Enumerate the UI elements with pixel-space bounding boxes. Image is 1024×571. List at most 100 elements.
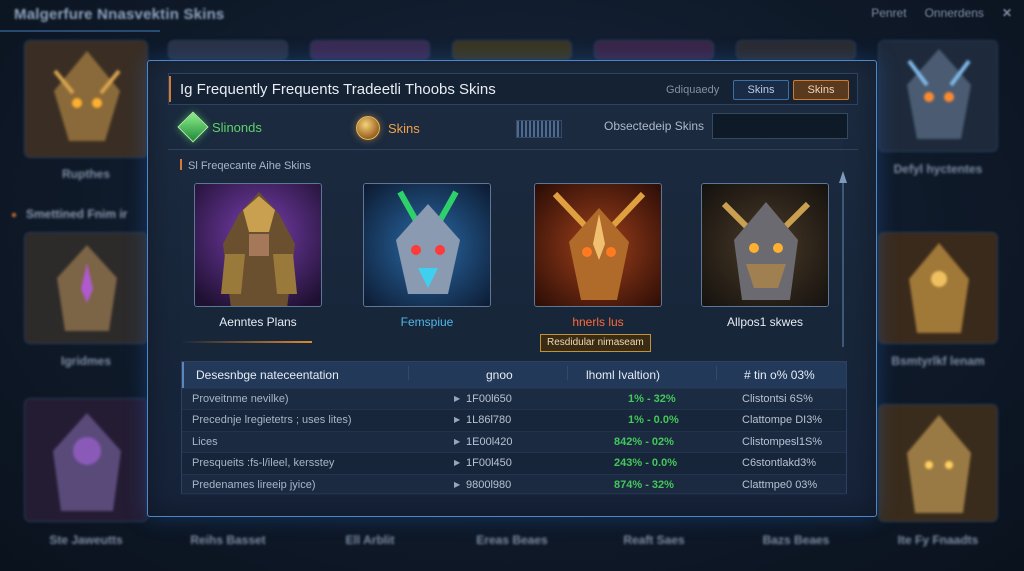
row-change: 1% - 32% xyxy=(628,393,676,405)
play-arrow-icon: ▶ xyxy=(454,479,461,489)
app-title: Malgerfure Nnasvektin Skins xyxy=(14,6,225,23)
row-name: Lices xyxy=(192,435,218,448)
champion-portrait-icon xyxy=(195,184,321,306)
table-row[interactable]: Predenames lireeip jyice) ▶ 9800l980 874… xyxy=(182,473,846,495)
bg-skin-card-top-4[interactable] xyxy=(594,40,714,60)
green-gem-icon xyxy=(177,111,209,143)
bg-skin-card-top-5[interactable] xyxy=(736,40,856,60)
chart-icon[interactable] xyxy=(516,120,562,138)
top-link-2[interactable]: Onnerdens xyxy=(925,6,984,20)
row-name: Proveitnme nevilke) xyxy=(192,393,289,405)
row-change: 1% - 0.0% xyxy=(628,414,679,427)
top-right-controls: Penret Onnerdens ✕ xyxy=(871,6,1012,20)
skin-name-1: Aenntes Plans xyxy=(219,315,297,329)
champion-portrait-icon xyxy=(25,41,147,157)
bg-label-bottom-1: Reihs Basset xyxy=(190,533,266,547)
bg-label-bottom-4: Reaft Saes xyxy=(623,533,685,547)
stats-table: Desesnbge nateceentation gnoo lhoml Ival… xyxy=(181,361,847,495)
filter-skins-label: Skins xyxy=(388,120,420,136)
gold-crest-icon xyxy=(356,116,380,140)
col-divider xyxy=(567,366,568,380)
table-row[interactable]: Proveitnme nevilke) ▶ 1F00l650 1% - 32% … xyxy=(182,388,846,410)
modal-header: Ig Frequently Frequents Tradeetli Thoobs… xyxy=(168,73,858,105)
row-rate: C6stontlakd3% xyxy=(742,457,816,470)
play-arrow-icon: ▶ xyxy=(454,394,461,403)
filter-row: Slinonds Skins Obsectedeip Skins xyxy=(168,111,858,143)
search-input[interactable] xyxy=(712,113,848,139)
tab-skins-2[interactable]: Skins xyxy=(793,80,849,100)
champion-portrait-icon xyxy=(879,233,997,343)
champion-portrait-icon xyxy=(535,184,661,306)
row-name: Presqueits :fs-l/ileel, kersstey xyxy=(192,457,335,470)
champion-portrait-icon xyxy=(364,184,490,306)
top-link-1[interactable]: Penret xyxy=(871,6,906,20)
col-header-rate[interactable]: # tin o% 03% xyxy=(744,368,815,382)
close-icon[interactable]: ✕ xyxy=(1002,6,1012,20)
skin-card-3[interactable] xyxy=(534,183,662,307)
row-change: 874% - 32% xyxy=(614,478,674,491)
table-row[interactable]: Lices ▶ 1E00l420 842% - 02% Clistompesl1… xyxy=(182,430,846,453)
bg-label-right-2: Bsmtyrlkf lenam xyxy=(891,354,985,368)
scrollbar-track[interactable] xyxy=(842,179,844,347)
row-value: 1L86l780 xyxy=(466,414,512,427)
bg-skin-card-left-1[interactable] xyxy=(24,40,148,158)
bg-label-left-2: Igridmes xyxy=(60,354,111,368)
table-header: Desesnbge nateceentation gnoo lhoml Ival… xyxy=(182,362,846,388)
section-label: Sl Freqecante Aihe Skins xyxy=(180,159,311,172)
accent-line xyxy=(180,341,312,343)
row-rate: Clattompe DI3% xyxy=(742,414,823,427)
bg-label-bottom-2: Ell Arblit xyxy=(345,533,395,547)
row-value: 9800l980 xyxy=(466,478,512,491)
bg-label-right-3: Ite Fy Fnaadts xyxy=(897,533,979,547)
row-rate: Clistompesl1S% xyxy=(742,435,823,448)
bg-label-left-3: Ste Jaweutts xyxy=(49,533,123,547)
skin-card-2[interactable] xyxy=(363,183,491,307)
skin-name-4: Allpos1 skwes xyxy=(726,315,804,329)
play-arrow-icon: ▶ xyxy=(454,436,461,446)
skin-name-3: hnerls lus xyxy=(572,315,624,329)
filter-gems[interactable]: Slinonds xyxy=(177,111,262,143)
table-row[interactable]: Presqueits :fs-l/ileel, kersstey ▶ 1F00l… xyxy=(182,452,846,474)
row-rate: Clistontsi 6S% xyxy=(742,393,813,405)
col-header-value[interactable]: gnoo xyxy=(486,368,513,382)
champion-portrait-icon xyxy=(879,405,997,521)
bg-skin-card-left-2[interactable] xyxy=(24,232,148,344)
side-heading: Smettined Fnim ir xyxy=(12,207,127,221)
bg-skin-card-right-3[interactable] xyxy=(878,404,998,522)
row-change: 842% - 02% xyxy=(614,435,674,448)
bg-label-right-1: Defyl hyctentes xyxy=(893,162,983,176)
bg-skin-card-top-2[interactable] xyxy=(310,40,430,60)
skin-card-4[interactable] xyxy=(701,183,829,307)
tab-skins-1[interactable]: Skins xyxy=(733,80,789,100)
skin-card-1[interactable] xyxy=(194,183,322,307)
title-underline xyxy=(0,30,160,32)
bg-label-bottom-5: Bazs Beaes xyxy=(762,533,830,547)
bg-skin-card-right-1[interactable] xyxy=(878,40,998,152)
search-label: Obsectedeip Skins xyxy=(604,119,705,133)
bg-skin-card-top-1[interactable] xyxy=(168,40,288,60)
champion-portrait-icon xyxy=(879,41,997,151)
row-name: Predenames lireeip jyice) xyxy=(192,478,316,491)
col-divider xyxy=(408,366,409,380)
row-name: Precednje lregietetrs ; uses lites) xyxy=(192,414,352,427)
row-value: 1F00l650 xyxy=(466,393,512,405)
divider xyxy=(168,149,858,150)
table-row[interactable]: Precednje lregietetrs ; uses lites) ▶ 1L… xyxy=(182,409,846,431)
bg-label-left-1: Rupthes xyxy=(62,167,110,181)
bg-skin-card-left-3[interactable] xyxy=(24,398,148,522)
filter-skins[interactable]: Skins xyxy=(356,116,420,140)
champion-portrait-icon xyxy=(702,184,828,306)
champion-portrait-icon xyxy=(25,399,147,521)
col-header-name[interactable]: Desesnbge nateceentation xyxy=(196,368,339,382)
col-divider xyxy=(716,366,717,380)
champion-portrait-icon xyxy=(25,233,147,343)
bg-skin-card-top-3[interactable] xyxy=(452,40,572,60)
bg-label-bottom-3: Ereas Beaes xyxy=(476,533,548,547)
col-header-change[interactable]: lhoml Ivaltion) xyxy=(586,368,660,382)
modal-title: Ig Frequently Frequents Tradeetli Thoobs… xyxy=(180,81,496,98)
tooltip: Resdidular nimaseam xyxy=(540,334,651,352)
skins-modal: Ig Frequently Frequents Tradeetli Thoobs… xyxy=(147,60,877,517)
play-arrow-icon: ▶ xyxy=(454,458,461,468)
scroll-up-icon[interactable] xyxy=(839,171,847,183)
bg-skin-card-right-2[interactable] xyxy=(878,232,998,344)
